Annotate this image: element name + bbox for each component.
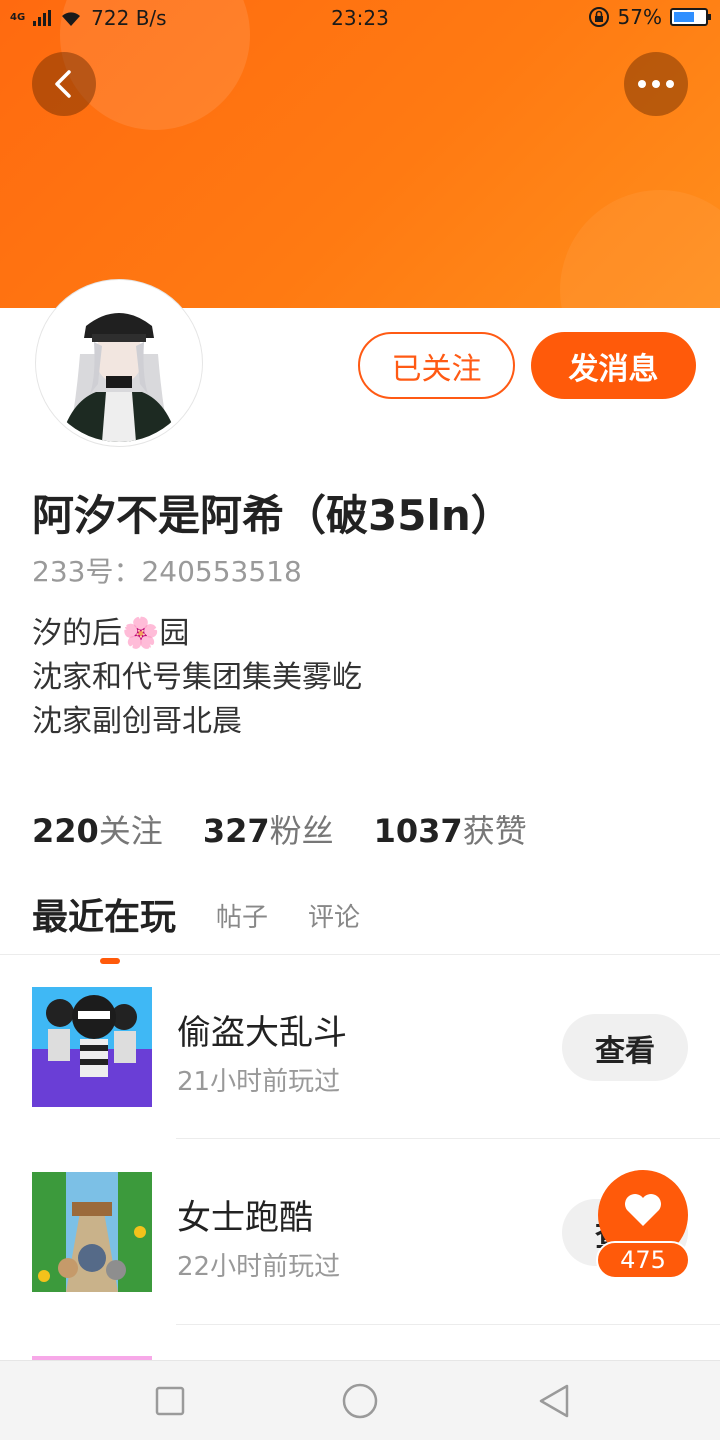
game-icon <box>32 987 152 1107</box>
user-id: 233号：240553518 <box>32 555 302 588</box>
view-game-button[interactable]: 查看 <box>562 1014 688 1081</box>
game-name: 偷盗大乱斗 <box>177 1013 347 1053</box>
square-icon <box>155 1386 185 1416</box>
system-nav-bar <box>0 1360 720 1440</box>
chevron-left-icon <box>55 70 71 98</box>
username: 阿汐不是阿希（破35ln） <box>32 491 513 540</box>
profile-stats: 220关注 327粉丝 1037获赞 <box>32 806 527 852</box>
bio-line: 汐的后🌸园 <box>32 616 190 651</box>
bio-line: 沈家副创哥北晨 <box>32 704 242 739</box>
avatar[interactable] <box>36 280 202 446</box>
home-button[interactable] <box>340 1381 380 1421</box>
tab-posts[interactable]: 帖子 <box>216 897 268 940</box>
divider <box>176 1324 720 1325</box>
circle-icon <box>342 1383 378 1419</box>
battery-percent: 57% <box>617 5 662 29</box>
bio: 汐的后🌸园 沈家和代号集团集美雾屹 沈家副创哥北晨 <box>32 612 362 744</box>
stat-fans[interactable]: 327粉丝 <box>203 806 334 852</box>
more-button[interactable] <box>624 52 688 116</box>
triangle-back-icon <box>539 1384 569 1418</box>
game-played-time: 22小时前玩过 <box>177 1252 341 1282</box>
profile-tabs: 最近在玩 帖子 评论 <box>32 888 360 964</box>
game-played-time: 21小时前玩过 <box>177 1067 341 1097</box>
game-icon <box>32 1172 152 1292</box>
stat-following[interactable]: 220关注 <box>32 806 163 852</box>
banner-decoration <box>560 190 720 308</box>
tab-comments[interactable]: 评论 <box>308 897 360 940</box>
following-button[interactable]: 已关注 <box>358 332 515 399</box>
bio-line: 沈家和代号集团集美雾屹 <box>32 660 362 695</box>
like-count: 475 <box>596 1241 690 1279</box>
game-list-item[interactable]: 偷盗大乱斗 21小时前玩过 查看 <box>0 955 720 1140</box>
divider <box>176 1138 720 1139</box>
back-nav-button[interactable] <box>534 1381 574 1421</box>
game-name: 女士跑酷 <box>177 1198 313 1238</box>
status-bar: 4G 722 B/s 23:23 57% <box>0 0 720 38</box>
send-message-button[interactable]: 发消息 <box>531 332 696 399</box>
battery-icon <box>670 8 711 26</box>
back-button[interactable] <box>32 52 96 116</box>
profile-banner <box>0 0 720 308</box>
avatar-image <box>40 284 198 442</box>
rotation-lock-icon <box>588 7 609 27</box>
tab-recently-played[interactable]: 最近在玩 <box>32 888 176 964</box>
stat-likes: 1037获赞 <box>373 812 527 850</box>
heart-icon <box>625 1194 661 1226</box>
recents-button[interactable] <box>150 1381 190 1421</box>
more-horizontal-icon <box>638 80 674 88</box>
